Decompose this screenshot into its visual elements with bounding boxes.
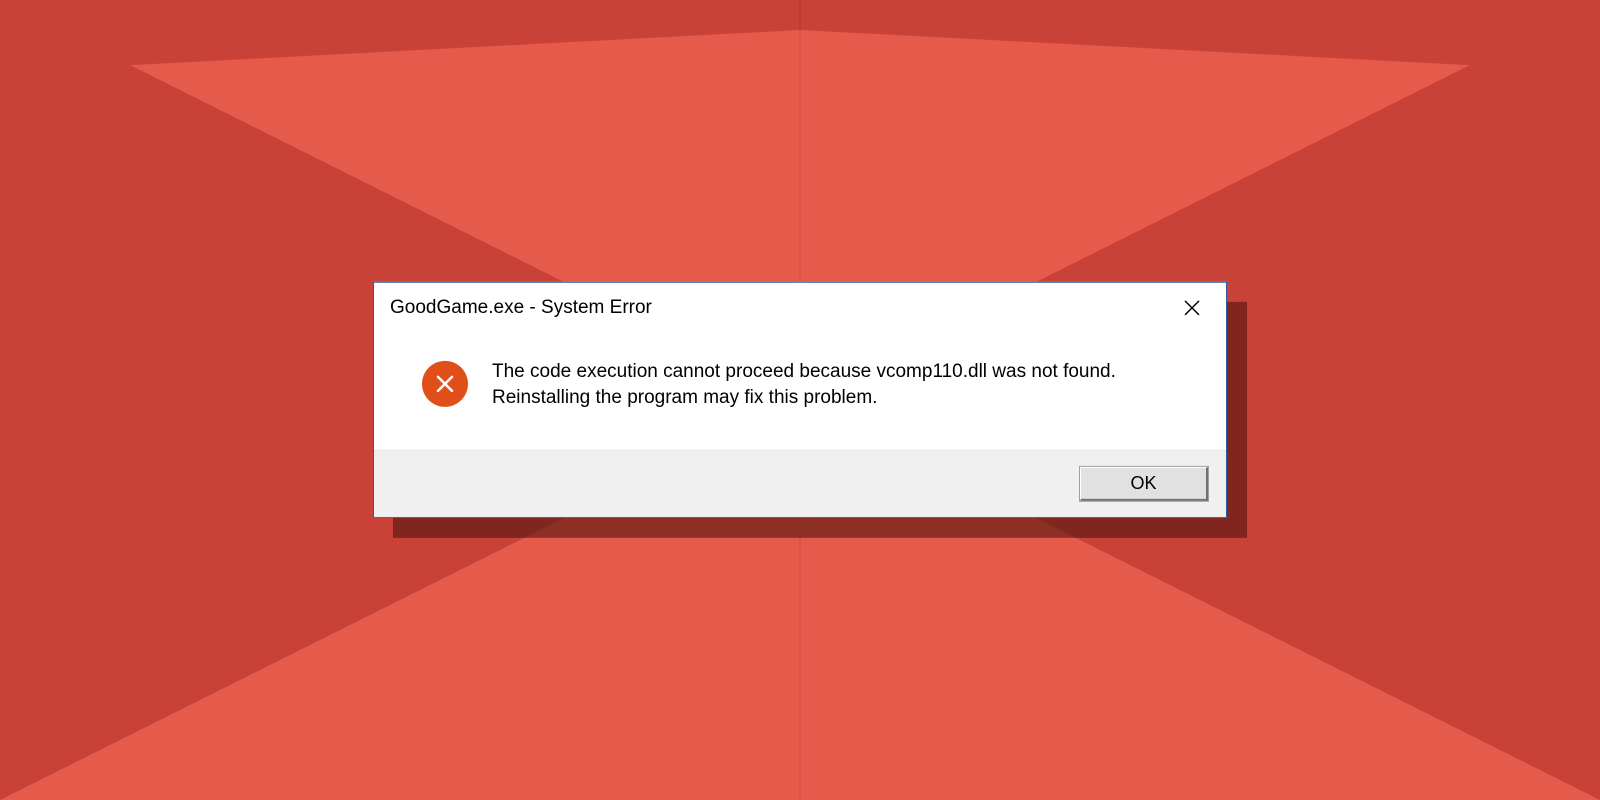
dialog-title: GoodGame.exe - System Error — [390, 297, 652, 319]
dialog-footer: OK — [374, 450, 1226, 517]
dialog-titlebar[interactable]: GoodGame.exe - System Error — [374, 283, 1226, 329]
close-icon — [1183, 299, 1201, 317]
error-message: The code execution cannot proceed becaus… — [492, 359, 1132, 410]
close-button[interactable] — [1172, 293, 1212, 323]
error-x-icon — [422, 361, 468, 407]
dialog-body: The code execution cannot proceed becaus… — [374, 329, 1226, 450]
ok-button[interactable]: OK — [1080, 467, 1208, 501]
error-dialog: GoodGame.exe - System Error The code exe… — [373, 282, 1227, 518]
